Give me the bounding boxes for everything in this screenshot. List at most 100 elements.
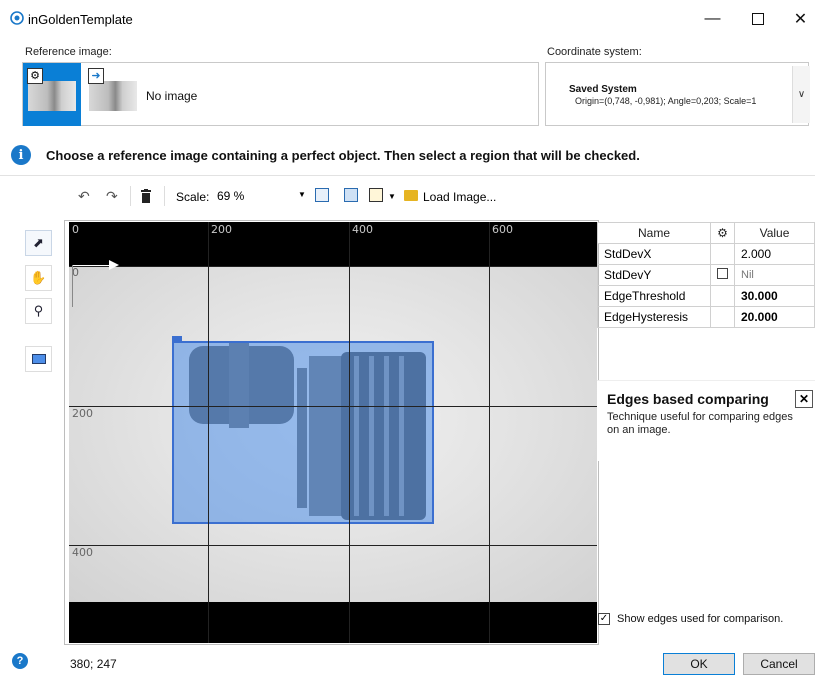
ok-button[interactable]: OK (663, 653, 735, 675)
hand-icon: ✋ (30, 270, 47, 285)
grid-line (208, 222, 209, 643)
ruler-y-label: 200 (72, 407, 93, 420)
property-name: EdgeThreshold (597, 285, 711, 307)
grid-line (489, 222, 490, 643)
show-edges-label: Show edges used for comparison. (617, 613, 784, 625)
region-handle[interactable] (172, 336, 182, 343)
property-name: StdDevX (597, 243, 711, 265)
ruler-y-label: 0 (72, 266, 79, 279)
window-title: inGoldenTemplate (28, 12, 133, 27)
thumb-image (89, 81, 137, 111)
ruler-x-label: 0 (72, 223, 79, 236)
zoom-tool-button[interactable]: ⚲ (25, 298, 52, 324)
cursor-icon: ⬈ (33, 235, 44, 250)
property-value[interactable]: 20.000 (734, 306, 815, 328)
coordinate-system-details: Origin=(0,748, -0,981); Angle=0,203; Sca… (575, 96, 757, 106)
no-image-label: No image (146, 89, 198, 103)
property-checkbox[interactable] (717, 268, 728, 279)
redo-button[interactable]: ↷ (106, 184, 118, 208)
display-mode-icon[interactable] (369, 188, 383, 202)
grid-line (69, 266, 597, 267)
property-toggle-cell (710, 285, 735, 307)
ruler-x-label: 200 (211, 223, 232, 236)
toolbar-separator (130, 186, 131, 206)
checkmark-icon: ✓ (599, 613, 609, 624)
cancel-button[interactable]: Cancel (743, 653, 815, 675)
arrow-right-icon: ➜ (88, 68, 104, 84)
redo-icon: ↷ (106, 187, 118, 204)
gear-icon: ⚙ (27, 68, 43, 84)
gear-icon: ⚙ (717, 226, 728, 240)
toolbar-separator (164, 186, 165, 206)
origin-y-axis (72, 265, 73, 307)
scale-select[interactable]: 69 % ▼ (212, 186, 310, 208)
delete-button[interactable] (140, 184, 152, 208)
load-image-button[interactable]: Load Image... (423, 190, 496, 204)
help-title: Edges based comparing (607, 391, 769, 407)
info-message: Choose a reference image containing a pe… (46, 148, 640, 163)
cursor-coordinates: 380; 247 (70, 657, 117, 671)
col-value-header: Value (734, 222, 815, 244)
reference-thumb-current[interactable]: ⚙ (23, 63, 81, 126)
help-icon[interactable]: ? (12, 653, 28, 669)
image-canvas[interactable]: 0 200 400 600 0 200 400 (69, 222, 597, 643)
magnifier-icon: ⚲ (33, 303, 44, 318)
reference-label: Reference image: (25, 46, 112, 58)
close-icon[interactable]: ✕ (795, 390, 813, 408)
grid-line (69, 406, 597, 407)
origin-arrow-icon (109, 260, 119, 270)
maximize-icon (751, 13, 764, 25)
trash-icon (141, 189, 151, 203)
property-toggle-cell (710, 306, 735, 328)
minimize-button[interactable]: — (690, 0, 735, 38)
app-icon (10, 11, 24, 25)
close-button[interactable]: ✕ (778, 0, 815, 38)
zoom-actual-icon[interactable] (344, 188, 358, 202)
coordinate-system-name: Saved System (569, 84, 637, 95)
ruler-x-label: 400 (352, 223, 373, 236)
property-row[interactable]: StdDevY Nil (597, 264, 815, 286)
scale-value: 69 % (217, 189, 245, 203)
property-value[interactable]: 30.000 (734, 285, 815, 307)
rectangle-tool-button[interactable] (25, 346, 52, 372)
rectangle-icon (31, 354, 46, 364)
zoom-fit-icon[interactable] (315, 188, 329, 202)
property-value[interactable]: Nil (734, 264, 815, 286)
coordinate-label: Coordinate system: (547, 46, 642, 58)
ruler-x-label: 600 (492, 223, 513, 236)
chevron-down-icon[interactable]: ∨ (792, 66, 810, 123)
minimize-icon: — (704, 10, 721, 27)
grid-line (349, 222, 350, 643)
separator (0, 175, 815, 176)
chevron-down-icon[interactable]: ▼ (388, 192, 396, 201)
pan-tool-button[interactable]: ✋ (25, 265, 52, 291)
inspection-region[interactable] (172, 341, 434, 524)
origin-x-axis (72, 265, 114, 266)
folder-icon (404, 190, 418, 201)
property-name: EdgeHysteresis (597, 306, 711, 328)
property-row[interactable]: EdgeHysteresis 20.000 (597, 306, 815, 328)
info-icon: i (11, 145, 31, 165)
undo-button[interactable]: ↶ (78, 184, 90, 208)
property-toggle-cell (710, 264, 735, 286)
ruler-y-label: 400 (72, 546, 93, 559)
reference-thumb-input[interactable]: ➜ (87, 63, 141, 126)
grid-line (69, 545, 597, 546)
property-value[interactable]: 2.000 (734, 243, 815, 265)
properties-grid: Name ⚙ Value StdDevX 2.000 StdDevY Nil E… (597, 222, 815, 330)
scale-label: Scale: (176, 190, 210, 204)
undo-icon: ↶ (78, 187, 90, 204)
maximize-button[interactable] (735, 0, 780, 38)
help-body: Technique useful for comparing edges on … (607, 411, 793, 436)
thumb-image (28, 81, 76, 111)
col-gear-header: ⚙ (710, 222, 735, 244)
close-icon: ✕ (793, 11, 808, 28)
col-name-header: Name (597, 222, 711, 244)
property-toggle-cell (710, 243, 735, 265)
property-name: StdDevY (597, 264, 711, 286)
dropdown-arrow-icon: ▼ (298, 190, 306, 199)
show-edges-checkbox[interactable]: ✓ (598, 613, 610, 625)
property-row[interactable]: EdgeThreshold 30.000 (597, 285, 815, 307)
select-tool-button[interactable]: ⬈ (25, 230, 52, 256)
property-row[interactable]: StdDevX 2.000 (597, 243, 815, 265)
